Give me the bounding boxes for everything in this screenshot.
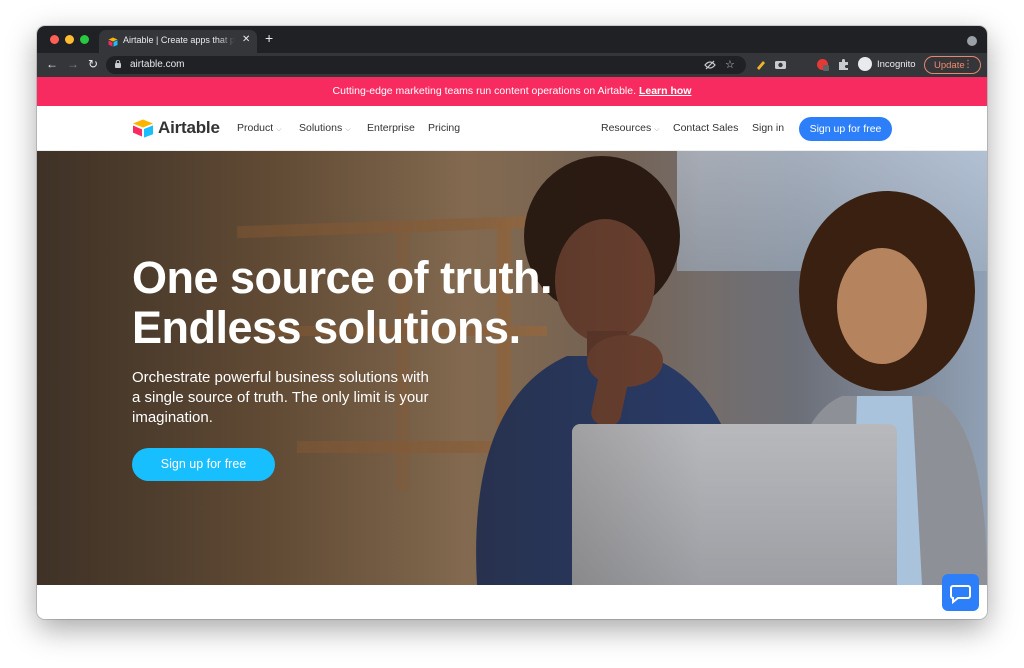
hero-title-line-2: Endless solutions.	[132, 302, 521, 353]
hero-sign-up-button[interactable]: Sign up for free	[132, 448, 275, 481]
chevron-down-icon: ⌵	[345, 126, 351, 133]
update-label: Update	[934, 60, 965, 71]
logo-wordmark[interactable]: Airtable	[158, 118, 220, 138]
chat-widget-button[interactable]	[942, 574, 979, 611]
new-tab-button[interactable]: +	[265, 31, 273, 45]
browser-tab-airtable[interactable]: Airtable | Create apps that perfectly fi…	[99, 30, 257, 53]
close-tab-icon[interactable]: ✕	[242, 34, 250, 45]
tab-search-icon[interactable]	[967, 36, 977, 46]
minimize-window-button[interactable]	[65, 35, 74, 44]
nav-item-product[interactable]: Product ⌵	[237, 122, 282, 134]
hero-title: One source of truth. Endless solutions.	[132, 252, 553, 353]
tab-title: Airtable | Create apps that perfectly fi…	[123, 35, 235, 45]
nav-item-pricing[interactable]: Pricing	[428, 122, 460, 134]
browser-toolbar: ← → ↻ airtable.com ☆ Incognito Update ⋮	[37, 53, 987, 77]
extension-red-icon[interactable]	[816, 58, 829, 71]
hero-section: One source of truth. Endless solutions. …	[37, 151, 987, 585]
star-icon[interactable]: ☆	[725, 58, 735, 71]
back-button[interactable]: ←	[46, 57, 58, 71]
eye-off-icon[interactable]	[704, 60, 716, 70]
nav-sign-up-button[interactable]: Sign up for free	[799, 117, 892, 141]
lock-icon	[115, 60, 121, 68]
camera-icon[interactable]	[774, 58, 787, 71]
chevron-down-icon: ⌵	[276, 126, 282, 133]
extensions-puzzle-icon[interactable]	[837, 58, 850, 71]
nav-item-enterprise[interactable]: Enterprise	[367, 122, 415, 134]
site-navigation: Airtable Product ⌵ Solutions ⌵ Enterprise …	[37, 106, 987, 151]
more-vertical-icon: ⋮	[963, 59, 973, 70]
browser-window: Airtable | Create apps that perfectly fi…	[37, 26, 987, 619]
forward-button[interactable]: →	[67, 57, 79, 71]
update-button[interactable]: Update ⋮	[924, 56, 981, 74]
extension-pencil-icon[interactable]	[754, 58, 767, 71]
promo-banner: Cutting-edge marketing teams run content…	[37, 77, 987, 106]
airtable-logo-icon[interactable]	[132, 119, 154, 138]
address-bar[interactable]: airtable.com ☆	[106, 56, 746, 74]
hero-subtitle: Orchestrate powerful business solutions …	[132, 369, 429, 426]
incognito-label: Incognito	[877, 59, 916, 70]
hero-title-line-1: One source of truth.	[132, 252, 553, 303]
nav-item-label: Product	[237, 122, 274, 134]
banner-text: Cutting-edge marketing teams run content…	[332, 85, 637, 97]
nav-item-label: Resources	[601, 122, 652, 134]
airtable-favicon-icon	[108, 37, 118, 47]
page-content-start	[37, 585, 987, 619]
tab-strip: Airtable | Create apps that perfectly fi…	[37, 26, 987, 53]
nav-item-label: Solutions	[299, 122, 343, 134]
banner-learn-how-link[interactable]: Learn how	[639, 85, 692, 97]
close-window-button[interactable]	[50, 35, 59, 44]
chevron-down-icon: ⌵	[654, 126, 660, 133]
nav-item-contact-sales[interactable]: Contact Sales	[673, 122, 738, 134]
url-text: airtable.com	[130, 59, 185, 70]
incognito-avatar-icon[interactable]	[858, 57, 872, 71]
chat-bubble-icon	[950, 585, 971, 605]
nav-item-resources[interactable]: Resources ⌵	[601, 122, 660, 134]
nav-item-solutions[interactable]: Solutions ⌵	[299, 122, 351, 134]
reload-button[interactable]: ↻	[88, 57, 98, 71]
nav-item-sign-in[interactable]: Sign in	[752, 122, 784, 134]
maximize-window-button[interactable]	[80, 35, 89, 44]
